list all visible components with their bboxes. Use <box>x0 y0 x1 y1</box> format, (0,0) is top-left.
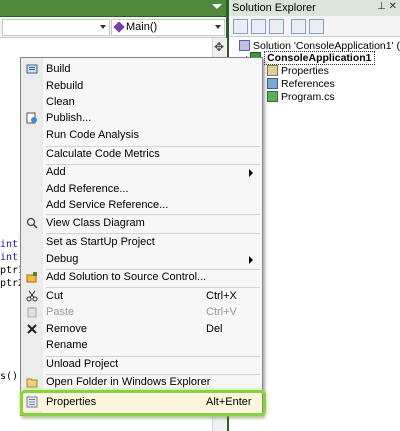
menu-item-label: Unload Project <box>46 358 119 370</box>
menu-item-label: View Class Diagram <box>46 217 145 229</box>
menu-item-add[interactable]: Add <box>21 164 262 181</box>
editor-tab-strip <box>0 0 226 16</box>
menu-item-open-folder[interactable]: Open Folder in Windows Explorer <box>21 374 262 391</box>
menu-item-publish[interactable]: Publish... <box>21 110 262 127</box>
properties-toolbar-icon[interactable] <box>233 19 248 34</box>
menu-item-label: Remove <box>46 323 87 335</box>
menu-item-label: Run Code Analysis <box>46 129 139 141</box>
menu-item-clean[interactable]: Clean <box>21 94 262 111</box>
remove-x-icon <box>27 324 37 334</box>
menu-shortcut: Del <box>206 323 223 335</box>
tree-item-program-cs[interactable]: Program.cs <box>267 91 335 103</box>
menu-item-label: Debug <box>46 253 79 265</box>
properties-highlight-outline <box>20 390 266 416</box>
tree-item-label: Properties <box>281 65 329 77</box>
references-icon <box>267 78 278 89</box>
menu-item-label: Paste <box>46 306 75 318</box>
close-icon[interactable]: ✕ <box>389 1 397 12</box>
type-combo[interactable] <box>2 19 110 36</box>
solution-explorer-title: Solution Explorer <box>232 2 316 14</box>
menu-item-unload-project[interactable]: Unload Project <box>21 356 262 373</box>
source-control-icon <box>26 272 37 283</box>
chevron-down-icon <box>215 25 221 29</box>
menu-item-label: Add Reference... <box>46 183 129 195</box>
menu-item-label: Calculate Code Metrics <box>46 148 160 160</box>
menu-shortcut: Ctrl+V <box>206 306 237 318</box>
menu-item-cut[interactable]: Cut Ctrl+X <box>21 288 262 305</box>
solution-icon <box>239 40 250 51</box>
menu-item-label: Build <box>46 63 71 75</box>
menu-item-rebuild[interactable]: Rebuild <box>21 78 262 95</box>
menu-item-add-reference[interactable]: Add Reference... <box>21 181 262 198</box>
menu-shortcut: Ctrl+X <box>206 290 237 302</box>
menu-item-build[interactable]: Build <box>21 61 262 78</box>
menu-item-calculate-code-metrics[interactable]: Calculate Code Metrics <box>21 146 262 163</box>
menu-item-label: Add Solution to Source Control... <box>46 271 207 283</box>
tree-project-label: ConsoleApplication1 <box>264 51 375 65</box>
method-icon <box>113 21 125 33</box>
split-handle-icon[interactable]: ✥ <box>214 40 224 54</box>
tree-item-label: References <box>281 78 335 90</box>
menu-item-debug[interactable]: Debug <box>21 251 262 268</box>
tab-dropdown-icon[interactable] <box>212 4 222 9</box>
member-combo-value: Main() <box>126 21 158 33</box>
menu-item-rename[interactable]: Rename <box>21 337 262 354</box>
properties-folder-icon <box>267 65 278 76</box>
menu-item-view-class-diagram[interactable]: View Class Diagram <box>21 215 262 232</box>
tree-item-label: Program.cs <box>281 91 335 103</box>
folder-icon <box>26 378 38 388</box>
member-combo[interactable]: Main() <box>111 19 225 36</box>
submenu-arrow-icon <box>249 256 253 264</box>
menu-item-run-code-analysis[interactable]: Run Code Analysis <box>21 127 262 144</box>
menu-item-label: Clean <box>46 96 75 108</box>
menu-item-label: Add Service Reference... <box>46 199 169 211</box>
menu-item-label: Rename <box>46 339 88 351</box>
chevron-down-icon <box>100 25 106 29</box>
menu-item-add-to-source-control[interactable]: Add Solution to Source Control... <box>21 269 262 286</box>
menu-item-label: Add <box>46 166 66 178</box>
menu-item-label: Open Folder in Windows Explorer <box>46 376 211 388</box>
csharp-file-icon <box>267 91 278 102</box>
refresh-icon[interactable] <box>269 19 284 34</box>
menu-item-label: Rebuild <box>46 80 84 92</box>
paste-icon <box>27 307 37 318</box>
menu-item-label: Set as StartUp Project <box>46 236 155 248</box>
solution-explorer-title-bar: Solution Explorer ⊥ ✕ <box>229 0 400 16</box>
menu-item-set-startup[interactable]: Set as StartUp Project <box>21 234 262 251</box>
menu-item-add-service-reference[interactable]: Add Service Reference... <box>21 197 262 214</box>
class-diagram-icon[interactable] <box>309 19 324 34</box>
build-icon <box>26 64 38 74</box>
menu-item-label: Cut <box>46 290 64 302</box>
editor-nav-bar: Main() <box>0 17 226 38</box>
menu-item-paste[interactable]: Paste Ctrl+V <box>21 304 262 321</box>
tree-item-references[interactable]: References <box>267 78 335 90</box>
tree-item-properties[interactable]: Properties <box>267 65 329 77</box>
class-diagram-icon <box>26 217 38 229</box>
view-code-icon[interactable] <box>291 19 306 34</box>
pin-icon[interactable]: ⊥ <box>377 1 386 12</box>
submenu-arrow-icon <box>249 169 253 177</box>
scissors-icon <box>26 290 38 302</box>
solution-explorer-toolbar <box>229 16 400 37</box>
publish-icon <box>26 112 37 124</box>
show-all-files-icon[interactable] <box>251 19 266 34</box>
project-context-menu: Build Rebuild Clean Publish... Run Code … <box>20 57 263 416</box>
menu-item-remove[interactable]: Remove Del <box>21 321 262 338</box>
menu-item-label: Publish... <box>46 112 92 124</box>
